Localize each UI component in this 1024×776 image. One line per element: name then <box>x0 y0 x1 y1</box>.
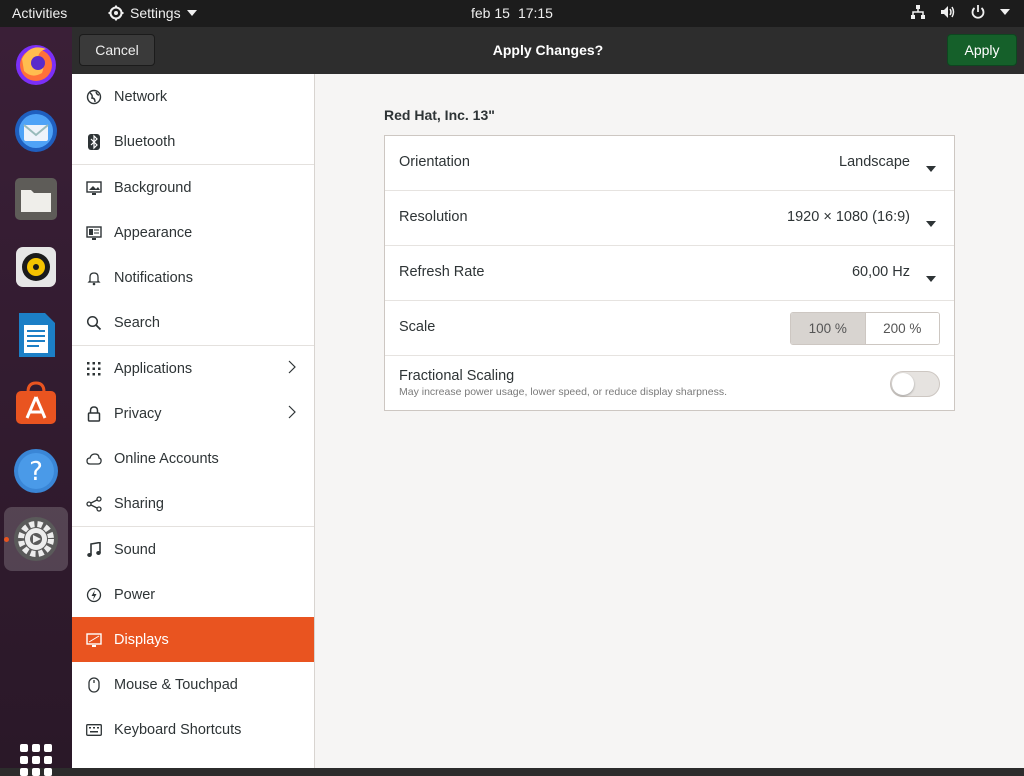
search-icon <box>86 315 102 331</box>
writer-icon[interactable] <box>10 309 62 361</box>
sidebar-item-label: Bluetooth <box>114 133 176 150</box>
display-icon <box>86 632 102 648</box>
sidebar-item-label: Sharing <box>114 495 164 512</box>
fractional-scaling-row: Fractional Scaling May increase power us… <box>385 356 954 410</box>
power-icon <box>970 4 986 20</box>
sidebar-item-label: Keyboard Shortcuts <box>114 721 242 738</box>
sidebar-item-network[interactable]: Network <box>72 74 314 119</box>
network-icon <box>910 4 926 20</box>
sidebar-item-power[interactable]: Power <box>72 572 314 617</box>
volume-icon <box>940 4 956 20</box>
appearance-icon <box>86 225 102 241</box>
refresh-rate-value: 60,00 Hz <box>851 264 910 280</box>
sidebar-item-background[interactable]: Background <box>72 165 314 210</box>
sidebar: Network Bluetooth Background Appearance … <box>72 74 315 768</box>
sidebar-item-sharing[interactable]: Sharing <box>72 481 314 526</box>
refresh-rate-label: Refresh Rate <box>399 264 485 280</box>
share-icon <box>86 495 102 512</box>
sidebar-item-label: Mouse & Touchpad <box>114 676 238 693</box>
music-note-icon <box>86 541 102 558</box>
sidebar-item-applications[interactable]: Applications <box>72 346 314 391</box>
scale-toggle-group: 100 % 200 % <box>790 312 940 345</box>
dropdown-arrow-icon <box>926 215 936 231</box>
sidebar-item-label: Power <box>114 586 156 603</box>
background-icon <box>86 180 102 196</box>
sidebar-item-keyboard-shortcuts[interactable]: Keyboard Shortcuts <box>72 707 314 752</box>
orientation-label: Orientation <box>399 154 470 170</box>
sidebar-item-search[interactable]: Search <box>72 300 314 345</box>
switch-knob <box>892 373 914 395</box>
sidebar-item-label: Displays <box>114 631 169 648</box>
displays-panel: Red Hat, Inc. 13" Orientation Landscape … <box>315 74 1024 768</box>
rhythmbox-icon[interactable] <box>10 241 62 293</box>
apps-grid-icon <box>86 361 102 377</box>
orientation-row[interactable]: Orientation Landscape <box>385 136 954 191</box>
chevron-down-icon <box>1000 8 1010 16</box>
sidebar-item-label: Network <box>114 88 168 105</box>
sidebar-item-mouse-touchpad[interactable]: Mouse & Touchpad <box>72 662 314 707</box>
orientation-value: Landscape <box>839 154 910 170</box>
settings-icon[interactable] <box>4 507 68 571</box>
scale-label: Scale <box>399 319 436 335</box>
sidebar-item-displays[interactable]: Displays <box>72 617 314 662</box>
bluetooth-icon <box>86 133 102 150</box>
apply-button[interactable]: Apply <box>947 34 1017 66</box>
help-icon[interactable]: ? <box>10 445 62 497</box>
sidebar-item-sound[interactable]: Sound <box>72 527 314 572</box>
display-settings-list: Orientation Landscape Resolution 1920 × … <box>384 135 955 411</box>
software-icon[interactable] <box>10 377 62 429</box>
mouse-icon <box>86 676 102 693</box>
resolution-value: 1920 × 1080 (16:9) <box>787 209 910 225</box>
sidebar-item-label: Search <box>114 314 160 331</box>
sidebar-item-label: Privacy <box>114 405 162 422</box>
files-icon[interactable] <box>10 173 62 225</box>
fractional-scaling-switch[interactable] <box>890 371 940 397</box>
sidebar-item-label: Applications <box>114 360 193 377</box>
sidebar-item-label: Background <box>114 179 192 196</box>
thunderbird-icon[interactable] <box>10 105 62 157</box>
running-indicator <box>4 537 9 542</box>
scale-row: Scale 100 % 200 % <box>385 301 954 356</box>
display-name-heading: Red Hat, Inc. 13" <box>384 107 495 123</box>
resolution-row[interactable]: Resolution 1920 × 1080 (16:9) <box>385 191 954 246</box>
cloud-icon <box>86 451 102 467</box>
network-globe-icon <box>86 89 102 105</box>
scale-200-button[interactable]: 200 % <box>865 313 939 344</box>
fractional-scaling-description: May increase power usage, lower speed, o… <box>399 386 728 398</box>
lock-icon <box>86 405 102 422</box>
sidebar-item-label: Online Accounts <box>114 450 219 467</box>
sidebar-item-label: Appearance <box>114 224 193 241</box>
clock-date: feb 15 <box>471 5 510 21</box>
dropdown-arrow-icon <box>926 270 936 286</box>
chevron-right-icon <box>288 360 296 378</box>
sidebar-item-notifications[interactable]: Notifications <box>72 255 314 300</box>
app-grid-icon[interactable] <box>20 744 52 776</box>
header-bar: Cancel Apply Changes? Apply <box>72 27 1024 74</box>
sidebar-item-appearance[interactable]: Appearance <box>72 210 314 255</box>
clock-time: 17:15 <box>517 5 553 21</box>
keyboard-icon <box>86 722 102 738</box>
top-bar: Activities Settings feb 15 17:15 <box>0 0 1024 27</box>
sidebar-item-bluetooth[interactable]: Bluetooth <box>72 119 314 164</box>
fractional-scaling-label: Fractional Scaling <box>399 368 515 384</box>
clock[interactable]: feb 15 17:15 <box>0 5 1024 21</box>
resolution-label: Resolution <box>399 209 468 225</box>
system-tray[interactable] <box>910 4 1010 20</box>
bell-icon <box>86 270 102 286</box>
sidebar-item-online-accounts[interactable]: Online Accounts <box>72 436 314 481</box>
svg-text:?: ? <box>29 457 43 487</box>
sidebar-item-label: Notifications <box>114 269 193 286</box>
scale-100-button[interactable]: 100 % <box>791 313 866 344</box>
sidebar-item-privacy[interactable]: Privacy <box>72 391 314 436</box>
dropdown-arrow-icon <box>926 160 936 176</box>
chevron-right-icon <box>288 405 296 423</box>
dock: ? <box>0 27 72 776</box>
refresh-rate-row[interactable]: Refresh Rate 60,00 Hz <box>385 246 954 301</box>
firefox-icon[interactable] <box>10 37 62 89</box>
power-icon <box>86 587 102 603</box>
sidebar-item-label: Sound <box>114 541 156 558</box>
page-title: Apply Changes? <box>492 42 604 58</box>
